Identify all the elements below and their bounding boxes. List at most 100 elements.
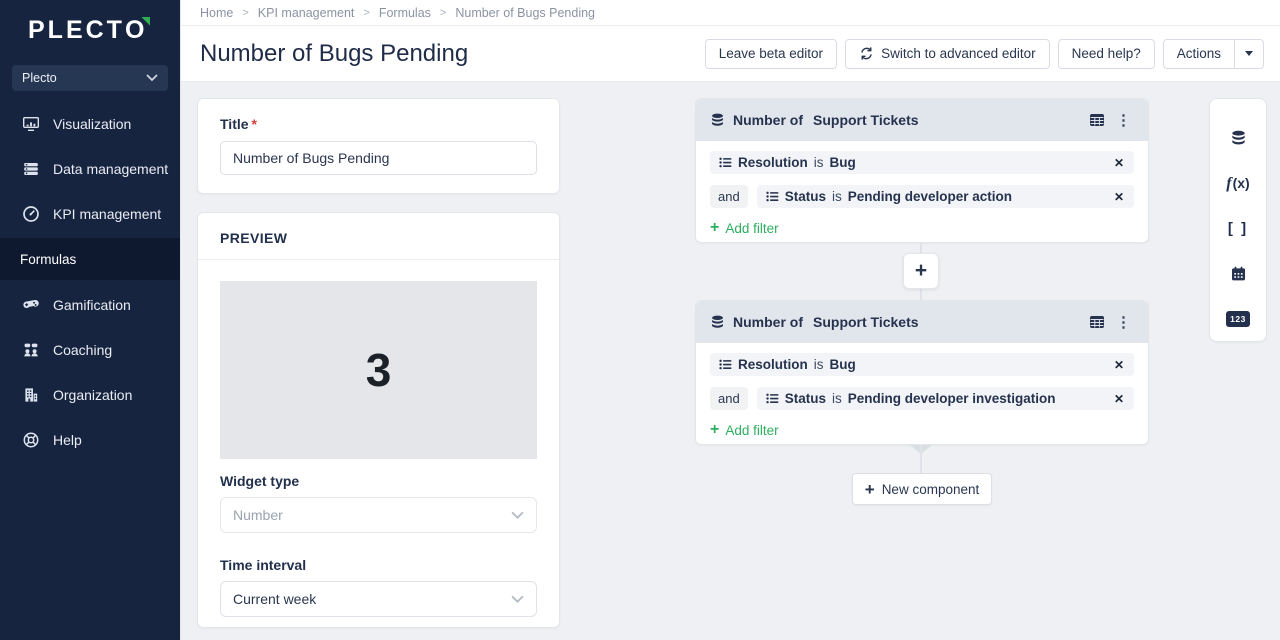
gauge-icon <box>22 205 40 223</box>
title-bar: Number of Bugs Pending Leave beta editor… <box>181 26 1280 82</box>
time-interval-label: Time interval <box>220 557 537 573</box>
leave-beta-editor-button[interactable]: Leave beta editor <box>705 39 837 69</box>
toolbox-number[interactable]: 123 <box>1218 296 1258 341</box>
breadcrumb-kpi-management[interactable]: KPI management <box>258 6 355 20</box>
sidebar-item-coaching[interactable]: Coaching <box>0 327 180 372</box>
time-interval-select[interactable]: Current week <box>220 581 537 617</box>
title-input[interactable] <box>220 141 537 175</box>
remove-filter-icon[interactable]: ✕ <box>1113 392 1125 406</box>
toolbox-brackets[interactable]: [ ] <box>1218 206 1258 251</box>
breadcrumb-formulas[interactable]: Formulas <box>379 6 431 20</box>
actions-label: Actions <box>1177 46 1221 61</box>
toolbox-data-source[interactable] <box>1218 116 1258 161</box>
filter-row: and Status is Pending developer action ✕ <box>710 185 1134 208</box>
filter-value: Bug <box>830 155 856 170</box>
plus-icon: + <box>710 422 719 438</box>
filter-status-pending-action[interactable]: Status is Pending developer action ✕ <box>757 185 1134 208</box>
bar-chart-icon <box>22 115 40 133</box>
table-view-icon[interactable] <box>1089 315 1105 329</box>
sidebar: PLECTO Plecto Visualization Data managem… <box>0 0 180 640</box>
remove-filter-icon[interactable]: ✕ <box>1113 190 1125 204</box>
sidebar-item-data-management[interactable]: Data management <box>0 146 180 191</box>
actions-dropdown-toggle[interactable] <box>1234 40 1263 68</box>
add-filter-button[interactable]: + Add filter <box>710 220 779 236</box>
add-filter-button[interactable]: + Add filter <box>710 422 779 438</box>
component-data-source: Support Tickets <box>813 314 919 330</box>
plus-icon: + <box>865 481 875 498</box>
preview-widget: 3 <box>220 281 537 459</box>
component-data-source: Support Tickets <box>813 112 919 128</box>
need-help-button[interactable]: Need help? <box>1058 39 1155 69</box>
sidebar-item-kpi-management[interactable]: KPI management <box>0 191 180 236</box>
kebab-menu-icon[interactable]: ⋮ <box>1113 313 1134 331</box>
kebab-menu-icon[interactable]: ⋮ <box>1113 111 1134 129</box>
sidebar-item-organization[interactable]: Organization <box>0 372 180 417</box>
filter-value: Pending developer action <box>848 189 1012 204</box>
remove-filter-icon[interactable]: ✕ <box>1113 156 1125 170</box>
component-aggregation: Number of <box>733 112 803 128</box>
sidebar-item-label: Organization <box>53 387 132 403</box>
plus-icon: + <box>710 220 719 236</box>
filter-status-pending-investigation[interactable]: Status is Pending developer investigatio… <box>757 387 1134 410</box>
filter-row: Resolution is Bug ✕ <box>710 353 1134 376</box>
widget-type-label: Widget type <box>220 473 537 489</box>
function-icon: f(x) <box>1226 175 1249 193</box>
add-filter-label: Add filter <box>725 423 778 438</box>
breadcrumb-home[interactable]: Home <box>200 6 233 20</box>
sidebar-item-gamification[interactable]: Gamification <box>0 282 180 327</box>
widget-type-select[interactable]: Number <box>220 497 537 533</box>
caret-down-icon <box>1245 51 1253 56</box>
calendar-icon <box>1230 265 1247 282</box>
breadcrumb-separator: > <box>363 7 369 19</box>
remove-filter-icon[interactable]: ✕ <box>1113 358 1125 372</box>
filter-value: Pending developer investigation <box>848 391 1056 406</box>
conjunction-chip: and <box>710 185 748 208</box>
insert-operator-button[interactable]: + <box>903 253 939 289</box>
switch-advanced-editor-button[interactable]: Switch to advanced editor <box>845 39 1050 69</box>
server-icon <box>22 160 40 178</box>
table-view-icon[interactable] <box>1089 113 1105 127</box>
organization-selector[interactable]: Plecto <box>12 65 168 91</box>
filter-resolution-bug[interactable]: Resolution is Bug ✕ <box>710 353 1134 376</box>
app: PLECTO Plecto Visualization Data managem… <box>0 0 1280 640</box>
component-header[interactable]: Number of Support Tickets ⋮ <box>696 99 1148 141</box>
building-icon <box>22 386 40 404</box>
main-area: Home > KPI management > Formulas > Numbe… <box>180 0 1280 640</box>
database-icon <box>710 113 725 128</box>
toolbox-time-period[interactable] <box>1218 251 1258 296</box>
sidebar-subitem-formulas[interactable]: Formulas <box>0 238 180 280</box>
sidebar-item-help[interactable]: Help <box>0 417 180 462</box>
title-field-label: Title* <box>220 116 537 132</box>
chevron-down-icon <box>511 511 524 520</box>
widget-type-value: Number <box>233 507 283 523</box>
switch-advanced-editor-label: Switch to advanced editor <box>881 46 1036 61</box>
new-component-button[interactable]: + New component <box>852 473 992 505</box>
chevron-down-icon <box>146 74 158 82</box>
switch-arrows-icon <box>859 47 874 60</box>
sidebar-nav: Visualization Data management KPI manage… <box>0 101 180 462</box>
new-component-label: New component <box>882 482 980 497</box>
connector-line <box>920 445 922 473</box>
database-icon <box>710 315 725 330</box>
list-icon <box>719 359 732 370</box>
list-icon <box>766 393 779 404</box>
filter-row: Resolution is Bug ✕ <box>710 151 1134 174</box>
filter-field: Resolution <box>738 155 808 170</box>
breadcrumb-current-page: Number of Bugs Pending <box>455 6 595 20</box>
component-aggregation: Number of <box>733 314 803 330</box>
filter-operator: is <box>832 391 842 406</box>
breadcrumb-separator: > <box>440 7 446 19</box>
filter-resolution-bug[interactable]: Resolution is Bug ✕ <box>710 151 1134 174</box>
component-filters: Resolution is Bug ✕ and Status <box>696 343 1148 439</box>
component-header[interactable]: Number of Support Tickets ⋮ <box>696 301 1148 343</box>
toolbox-function[interactable]: f(x) <box>1218 161 1258 206</box>
chevron-down-icon <box>511 595 524 604</box>
filter-operator: is <box>814 357 824 372</box>
component-filters: Resolution is Bug ✕ and Status <box>696 141 1148 237</box>
editor-canvas: Title* PREVIEW 3 Widget type Number <box>181 82 1280 640</box>
sidebar-item-visualization[interactable]: Visualization <box>0 101 180 146</box>
gamepad-icon <box>22 296 40 314</box>
leave-beta-editor-label: Leave beta editor <box>719 46 823 61</box>
sidebar-item-label: Data management <box>53 161 168 177</box>
actions-button[interactable]: Actions <box>1164 40 1234 68</box>
